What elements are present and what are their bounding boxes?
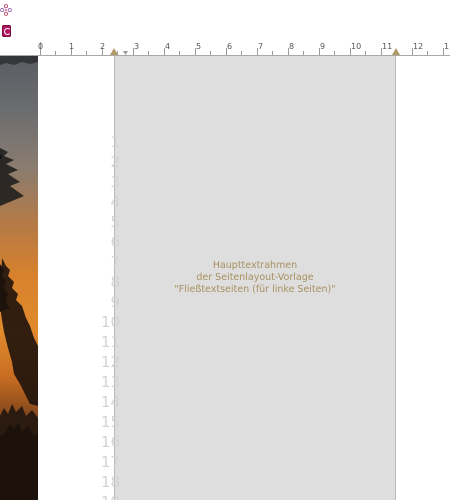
line-number: 19 [101,492,120,500]
line-number: 16 [100,433,120,451]
main-text-frame[interactable]: Haupttextrahmen der Seitenlayout-Vorlage… [114,56,396,500]
left-margin-marker[interactable] [110,48,118,55]
ruler-label: 5 [196,42,202,51]
ruler-minor-tick [334,51,335,55]
line-number: 7 [110,253,120,271]
frame-label-line-1: Haupttextrahmen [212,260,298,271]
frame-label-line-3: "Fließtextseiten (für linke Seiten)" [174,284,336,295]
ruler-minor-tick [148,51,149,55]
ruler-minor-tick [179,51,180,55]
line-number: 3 [110,173,120,191]
line-number: 17 [100,453,120,471]
line-number: 14 [100,393,120,411]
line-number: 5 [110,213,120,231]
ruler-label: 1 [69,42,75,51]
indent-marker-icon[interactable] [123,45,128,60]
flower-icon[interactable] [0,1,12,16]
line-number: 18 [100,473,120,491]
line-number: 9 [110,293,120,311]
app-logo-icon[interactable] [2,25,11,37]
right-margin-marker[interactable] [392,48,400,55]
ruler-minor-tick [241,51,242,55]
ruler-label: 12 [413,42,424,51]
background-photo[interactable] [0,56,38,500]
ruler-minor-tick [303,51,304,55]
ruler-label: 8 [289,42,295,51]
ruler-label: 9 [320,42,326,51]
layout-editor-window: 0 1 2 3 4 5 6 7 8 9 10 11 12 1 Haupttext… [0,0,450,500]
ruler-minor-tick [272,51,273,55]
ruler-label: 0 [38,42,44,51]
text-frame-label: Haupttextrahmen der Seitenlayout-Vorlage… [115,260,395,296]
ruler-label: 4 [165,42,171,51]
line-number: 2 [110,153,120,171]
ruler-label: 2 [100,42,106,51]
frame-label-line-2: der Seitenlayout-Vorlage [196,272,314,283]
toolbar [0,0,450,42]
line-number: 4 [110,193,120,211]
line-number: 6 [110,233,120,251]
ruler-minor-tick [365,51,366,55]
line-number: 11 [100,333,120,351]
ruler-label: 1 [444,42,450,51]
ruler-minor-tick [210,51,211,55]
ruler-minor-tick [55,51,56,55]
ruler-minor-tick [427,51,428,55]
page-right-margin [396,56,450,500]
ruler-label: 11 [382,42,393,51]
ruler-label: 3 [134,42,140,51]
horizontal-ruler[interactable]: 0 1 2 3 4 5 6 7 8 9 10 11 12 1 [0,42,450,56]
line-number: 13 [100,373,120,391]
line-number: 12 [100,353,120,371]
ruler-minor-tick [86,51,87,55]
line-number: 8 [110,273,120,291]
line-number: 10 [100,313,120,331]
ruler-label: 10 [351,42,362,51]
line-number: 15 [100,413,120,431]
ruler-label: 7 [258,42,264,51]
line-number: 1 [110,133,120,151]
ruler-label: 6 [227,42,233,51]
